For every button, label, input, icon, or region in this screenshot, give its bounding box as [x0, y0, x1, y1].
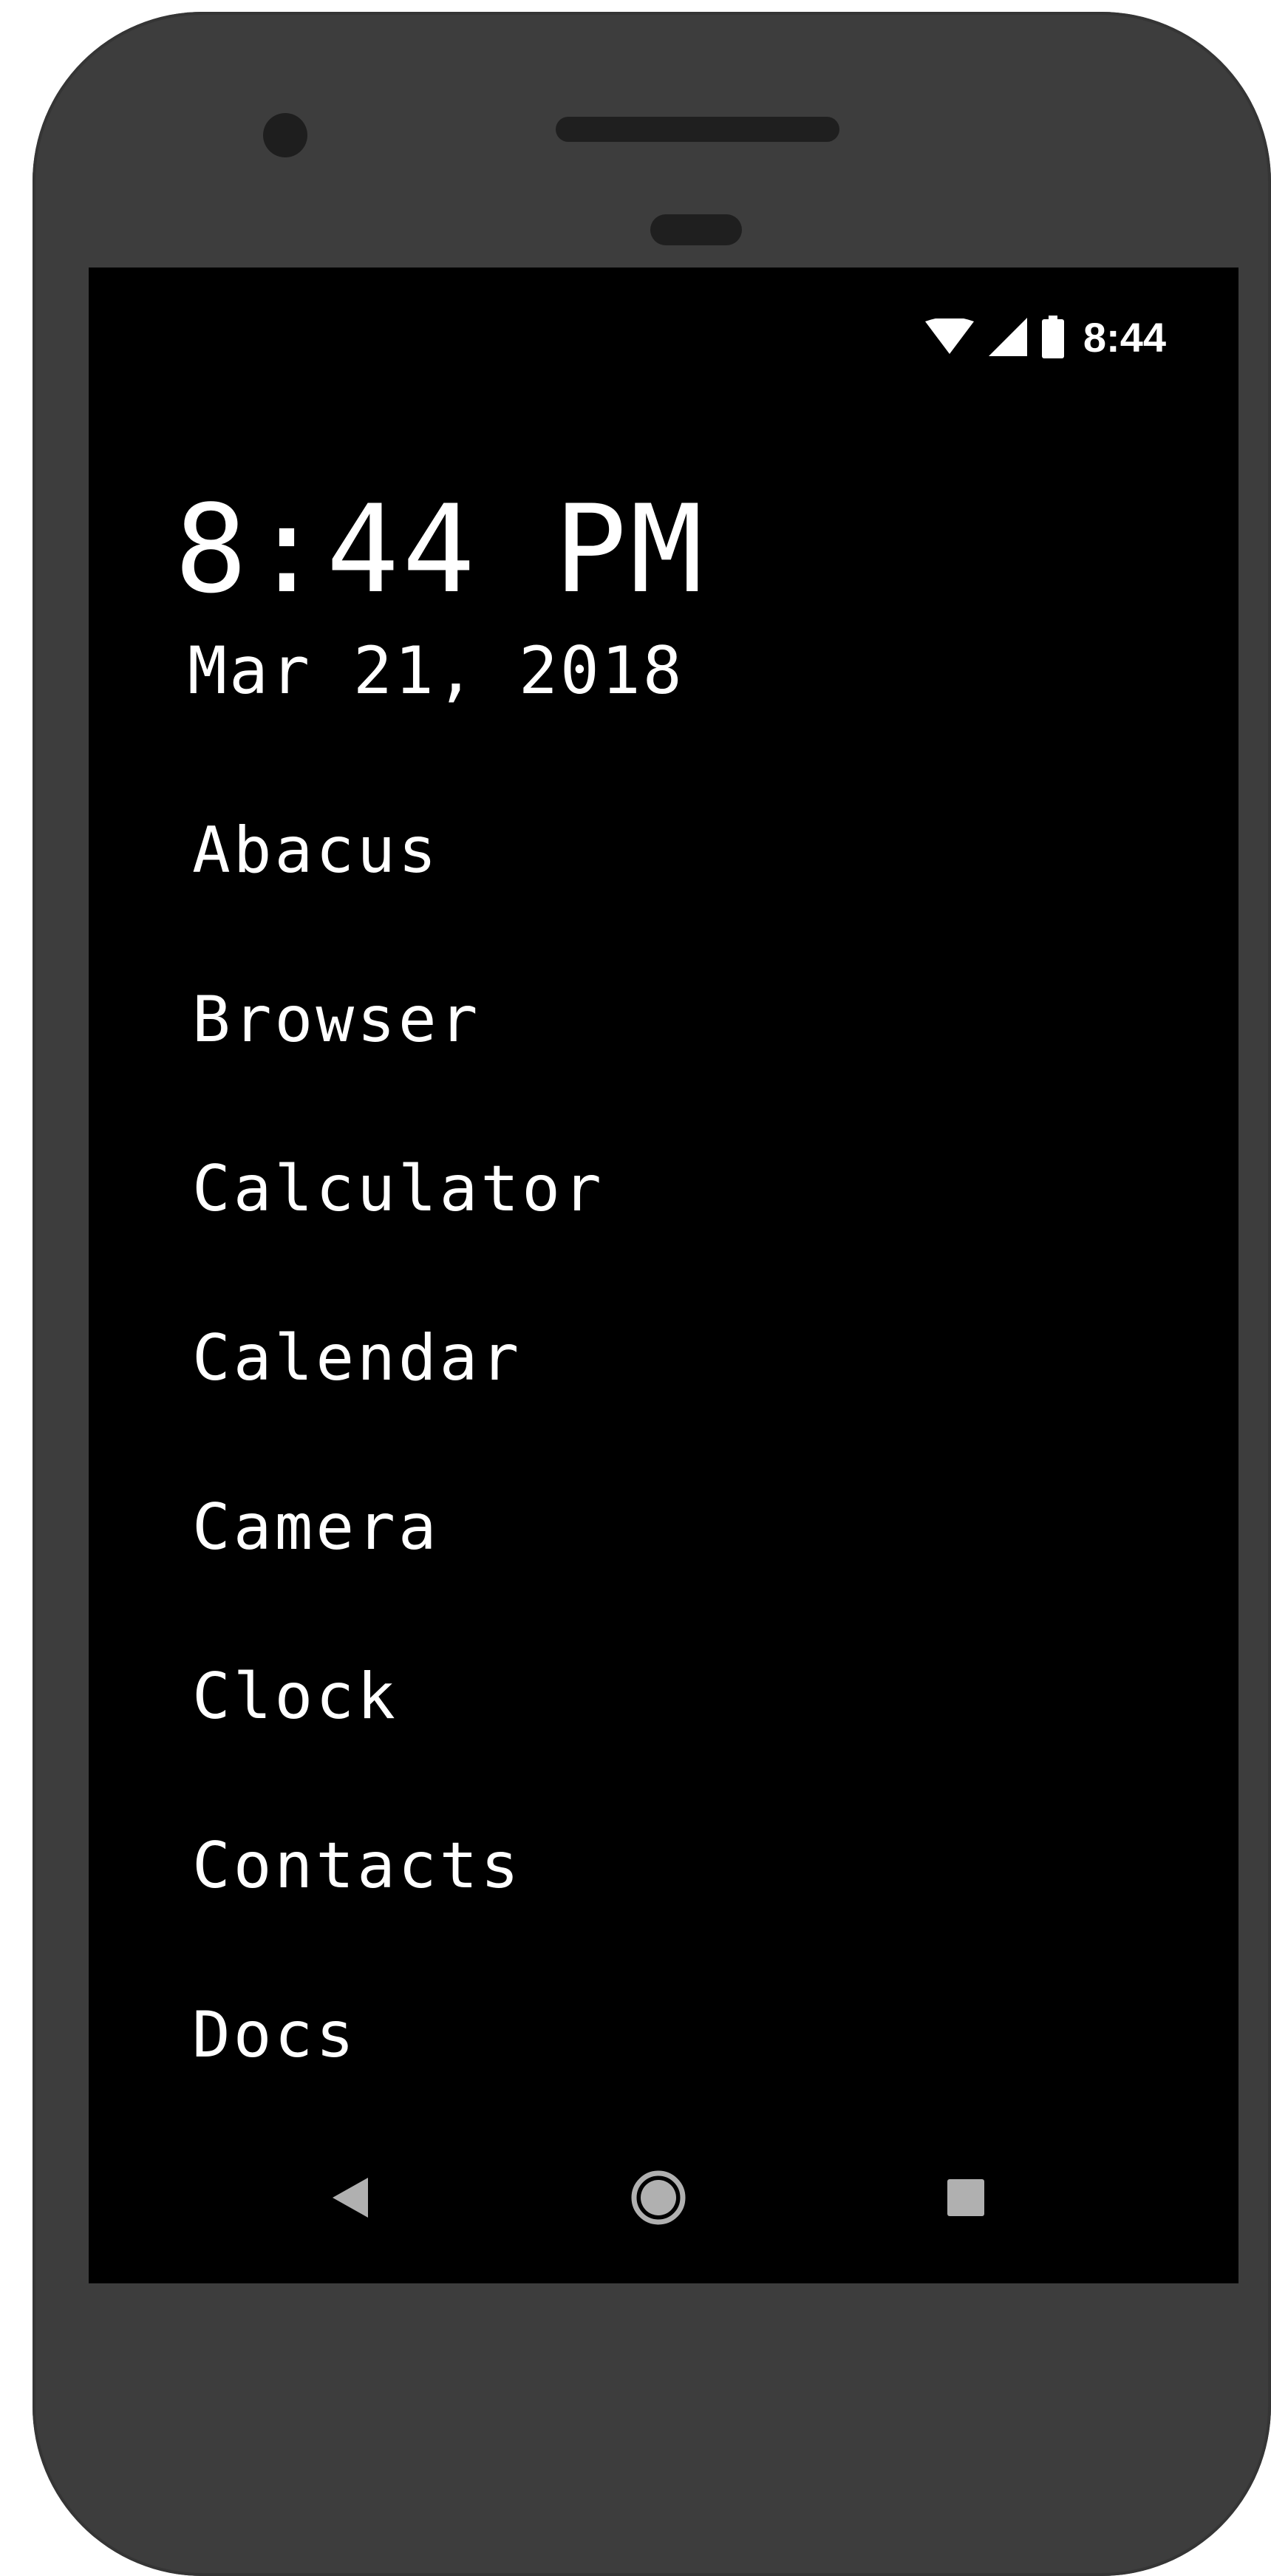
app-item-camera[interactable]: Camera — [192, 1496, 604, 1665]
app-item-abacus[interactable]: Abacus — [192, 819, 604, 988]
wifi-icon — [924, 318, 974, 355]
home-button[interactable] — [596, 2139, 721, 2257]
clock-date: Mar 21, 2018 — [188, 633, 684, 709]
app-item-calculator[interactable]: Calculator — [192, 1157, 604, 1326]
proximity-sensor — [650, 214, 742, 245]
app-item-calendar[interactable]: Calendar — [192, 1326, 604, 1496]
navigation-bar — [89, 2139, 1238, 2283]
back-icon — [333, 2178, 368, 2218]
cell-signal-icon — [988, 318, 1027, 356]
app-item-browser[interactable]: Browser — [192, 988, 604, 1157]
home-icon — [631, 2170, 686, 2225]
clock-time: 8:44 PM — [174, 479, 706, 620]
battery-icon — [1041, 316, 1064, 358]
status-bar: 8:44 — [924, 309, 1166, 365]
earpiece-speaker — [556, 117, 839, 142]
recents-button[interactable] — [903, 2139, 1029, 2257]
app-item-contacts[interactable]: Contacts — [192, 1834, 604, 2003]
status-bar-time: 8:44 — [1083, 313, 1166, 361]
app-list: Abacus Browser Calculator Calendar Camer… — [192, 819, 604, 2173]
front-camera — [263, 113, 307, 157]
app-item-clock[interactable]: Clock — [192, 1665, 604, 1834]
back-button[interactable] — [287, 2139, 413, 2257]
recents-icon — [947, 2179, 984, 2216]
phone-screen: 8:44 8:44 PM Mar 21, 2018 Abacus Browser… — [89, 268, 1238, 2283]
